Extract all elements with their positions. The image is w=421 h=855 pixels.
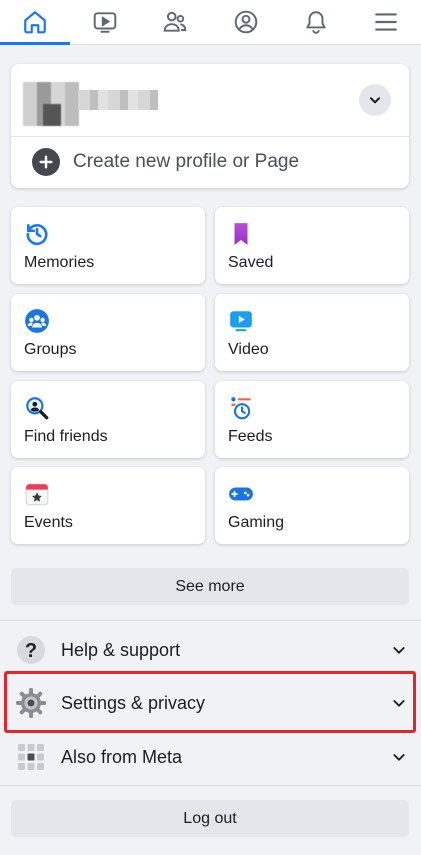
chevron-down-icon — [369, 97, 381, 104]
video-play-icon — [230, 311, 252, 332]
svg-text:?: ? — [25, 640, 37, 662]
chevron-down-icon — [393, 754, 405, 761]
profile-name-blurred — [78, 90, 158, 110]
nav-home[interactable] — [0, 0, 71, 45]
chevron-down-icon — [393, 647, 405, 654]
shortcut-label: Events — [24, 514, 73, 531]
create-profile-row[interactable]: Create new profile or Page — [11, 136, 409, 188]
shortcut-find-friends[interactable]: Find friends — [11, 381, 205, 458]
log-out-button[interactable]: Log out — [11, 800, 409, 837]
current-profile-row[interactable] — [11, 64, 409, 137]
meta-grid-icon — [18, 744, 44, 770]
nav-menu[interactable] — [351, 0, 421, 44]
switch-profile-button[interactable] — [359, 84, 391, 116]
nav-profile[interactable] — [211, 0, 281, 44]
shortcut-saved[interactable]: Saved — [215, 207, 409, 284]
see-more-button[interactable]: See more — [11, 568, 409, 605]
shortcut-label: Find friends — [24, 428, 108, 445]
nav-friends[interactable] — [140, 0, 210, 44]
nav-notifications[interactable] — [281, 0, 351, 44]
menu-help-support[interactable]: ? Help & support — [0, 624, 421, 676]
shortcut-label: Video — [228, 341, 269, 358]
memories-clock-icon — [26, 224, 48, 246]
find-friends-icon — [26, 397, 49, 420]
shortcut-events[interactable]: Events — [11, 467, 205, 544]
gamepad-icon — [229, 487, 253, 501]
video-icon — [93, 12, 117, 33]
settings-gear-icon — [16, 688, 46, 718]
friends-icon — [164, 11, 187, 32]
menu-label: Help & support — [61, 639, 181, 660]
shortcut-label: Saved — [228, 254, 274, 271]
top-nav-bar — [0, 0, 421, 45]
shortcut-gaming[interactable]: Gaming — [215, 467, 409, 544]
menu-also-from-meta[interactable]: Also from Meta — [0, 731, 421, 783]
menu-settings-privacy[interactable]: Settings & privacy — [0, 677, 421, 729]
shortcut-feeds[interactable]: Feeds — [215, 381, 409, 458]
help-icon: ? — [17, 636, 45, 664]
shortcut-video[interactable]: Video — [215, 294, 409, 371]
chevron-down-icon — [393, 700, 405, 707]
menu-icon — [375, 13, 397, 31]
nav-video[interactable] — [70, 0, 140, 44]
divider — [0, 620, 421, 621]
divider — [0, 785, 421, 786]
profile-card: Create new profile or Page — [11, 64, 409, 188]
calendar-star-icon — [25, 483, 49, 506]
profile-icon — [234, 10, 257, 34]
shortcut-label: Memories — [24, 254, 95, 271]
groups-icon — [25, 309, 49, 333]
feeds-icon — [231, 397, 251, 420]
shortcut-label: Feeds — [228, 428, 273, 445]
menu-label: Settings & privacy — [61, 692, 206, 713]
shortcut-groups[interactable]: Groups — [11, 294, 205, 371]
saved-bookmark-icon — [234, 223, 248, 245]
create-profile-label: Create new profile or Page — [73, 151, 300, 172]
shortcut-memories[interactable]: Memories — [11, 207, 205, 284]
plus-icon — [32, 148, 60, 176]
bell-icon — [306, 11, 326, 34]
shortcut-label: Gaming — [228, 514, 285, 531]
home-icon — [24, 11, 46, 34]
shortcut-label: Groups — [24, 341, 77, 358]
menu-label: Also from Meta — [61, 746, 183, 767]
avatar — [23, 82, 79, 126]
